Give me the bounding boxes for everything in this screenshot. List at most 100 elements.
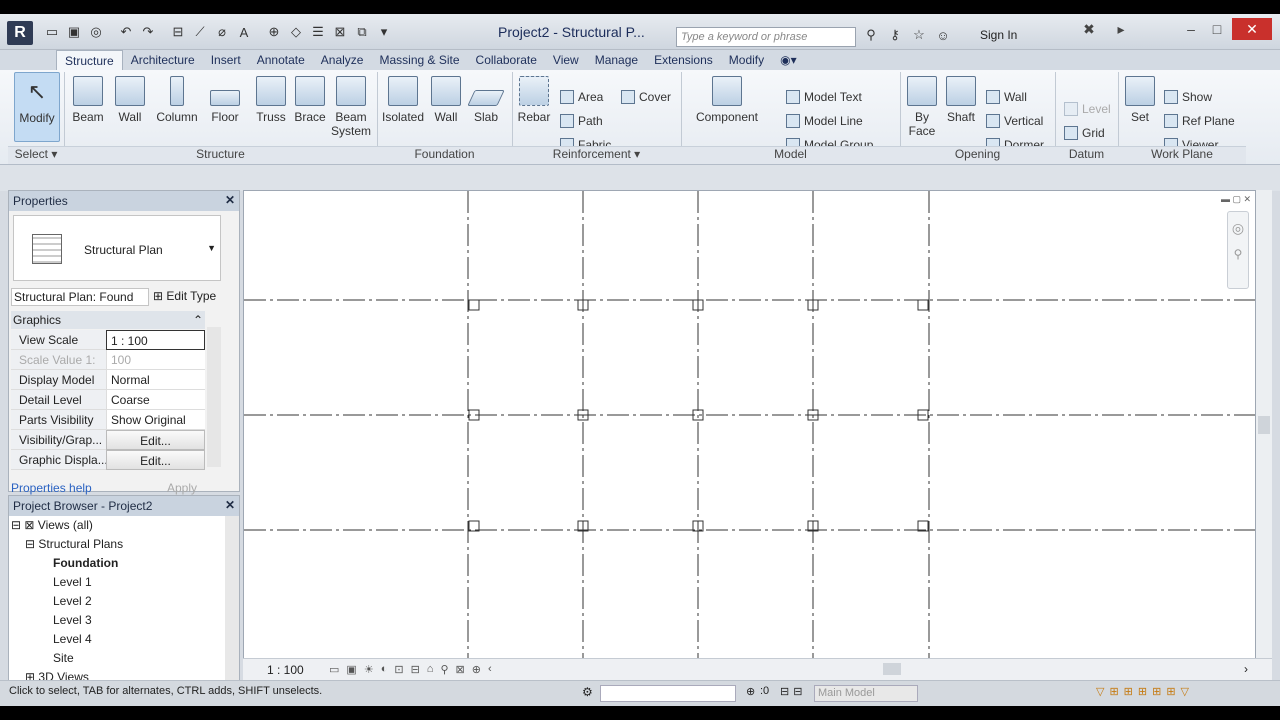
tree-item-level-3[interactable]: Level 3 bbox=[53, 613, 92, 627]
exchange-icon[interactable]: ✖ bbox=[1076, 18, 1102, 40]
detail-level-value[interactable]: Coarse bbox=[106, 390, 205, 410]
ref-plane-button[interactable]: Ref Plane bbox=[1164, 114, 1235, 128]
tree-item-level-4[interactable]: Level 4 bbox=[53, 632, 92, 646]
design-option-dropdown[interactable]: Main Model bbox=[814, 685, 918, 702]
tag-icon[interactable]: ⌀ bbox=[212, 22, 232, 42]
analytical-model-icon[interactable]: ⊕ bbox=[472, 663, 481, 676]
visibility-edit-button[interactable]: Edit... bbox=[106, 430, 205, 450]
path-reinforcement-button[interactable]: Path bbox=[560, 114, 603, 128]
browser-scrollbar[interactable] bbox=[225, 516, 239, 690]
sun-path-icon[interactable]: ☀ bbox=[364, 663, 374, 676]
tab-manage[interactable]: Manage bbox=[587, 50, 646, 70]
apply-button[interactable]: Apply bbox=[167, 481, 197, 495]
display-model-value[interactable]: Normal bbox=[106, 370, 205, 390]
workset-dropdown[interactable] bbox=[600, 685, 736, 702]
subscription-icon[interactable]: ⚷ bbox=[886, 26, 904, 44]
parts-visibility-value[interactable]: Show Original bbox=[106, 410, 205, 430]
tab-extensions[interactable]: Extensions bbox=[646, 50, 721, 70]
tab-analyze[interactable]: Analyze bbox=[313, 50, 372, 70]
show-crop-icon[interactable]: ⊟ bbox=[411, 663, 420, 676]
temp-hide-icon[interactable]: ⚲ bbox=[440, 663, 448, 676]
detail-level-icon[interactable]: ▭ bbox=[329, 663, 339, 676]
drawing-canvas[interactable]: ▬ ▢ ✕ ◎ ⚲ bbox=[243, 190, 1256, 665]
type-selector[interactable]: Structural Plan ▼ bbox=[13, 215, 221, 281]
area-reinforcement-button[interactable]: Area bbox=[560, 90, 603, 104]
close-button[interactable]: ✕ bbox=[1232, 18, 1272, 40]
3d-view-icon[interactable]: ⊕ bbox=[264, 22, 284, 42]
graphic-display-edit-button[interactable]: Edit... bbox=[106, 450, 205, 470]
close-hidden-icon[interactable]: ⊠ bbox=[330, 22, 350, 42]
tab-annotate[interactable]: Annotate bbox=[249, 50, 313, 70]
tree-item-foundation[interactable]: Foundation bbox=[53, 556, 118, 570]
sign-in-button[interactable]: Sign In bbox=[980, 28, 1017, 42]
group-reinforcement[interactable]: Reinforcement ▾ bbox=[512, 146, 681, 164]
binoculars-icon[interactable]: ⚲ bbox=[862, 26, 880, 44]
crop-view-icon[interactable]: ⊡ bbox=[394, 663, 403, 676]
view-scale-input[interactable]: 1 : 100 bbox=[106, 330, 205, 350]
help-icon[interactable]: ▸ bbox=[1108, 18, 1134, 40]
wall-button[interactable]: Wall bbox=[112, 76, 148, 124]
save-icon[interactable]: ▣ bbox=[64, 22, 84, 42]
horizontal-scroll-thumb[interactable] bbox=[883, 663, 901, 675]
undo-icon[interactable]: ↶ bbox=[116, 22, 136, 42]
component-button[interactable]: Component bbox=[692, 76, 762, 124]
shaft-button[interactable]: Shaft bbox=[944, 76, 978, 124]
customize-qat-icon[interactable]: ▾ bbox=[374, 22, 394, 42]
star-icon[interactable]: ☆ bbox=[910, 26, 928, 44]
visual-style-icon[interactable]: ▣ bbox=[346, 663, 356, 676]
brace-button[interactable]: Brace bbox=[292, 76, 328, 124]
truss-button[interactable]: Truss bbox=[252, 76, 290, 124]
search-input[interactable]: Type a keyword or phrase bbox=[676, 27, 856, 47]
open-icon[interactable]: ▭ bbox=[42, 22, 62, 42]
view-scale-button[interactable]: 1 : 100 bbox=[267, 663, 304, 677]
opening-by-face-button[interactable]: By Face bbox=[904, 76, 940, 138]
cover-button[interactable]: Cover bbox=[621, 90, 671, 104]
collapse-bar-icon[interactable]: ‹ bbox=[488, 663, 492, 676]
scroll-right-icon[interactable]: › bbox=[1244, 662, 1248, 676]
maximize-button[interactable]: □ bbox=[1204, 18, 1230, 40]
instance-filter-dropdown[interactable]: Structural Plan: Found bbox=[11, 288, 149, 306]
switch-windows-icon[interactable]: ⧉ bbox=[352, 22, 372, 42]
measure-icon[interactable]: ⊟ bbox=[168, 22, 188, 42]
vertical-scroll-thumb[interactable] bbox=[1258, 416, 1270, 434]
tab-structure[interactable]: Structure bbox=[56, 50, 123, 70]
tree-item-site[interactable]: Site bbox=[53, 651, 74, 665]
properties-help-link[interactable]: Properties help bbox=[11, 481, 92, 495]
design-options-icon[interactable]: ⊟⊟ bbox=[780, 685, 806, 698]
rebar-button[interactable]: Rebar bbox=[516, 76, 552, 124]
column-button[interactable]: Column bbox=[154, 76, 200, 124]
ribbon-minimize-icon[interactable]: ◉▾ bbox=[772, 50, 805, 70]
wall-foundation-button[interactable]: Wall bbox=[428, 76, 464, 124]
redo-icon[interactable]: ↷ bbox=[138, 22, 158, 42]
model-line-button[interactable]: Model Line bbox=[786, 114, 863, 128]
view-window-controls[interactable]: ▬ ▢ ✕ bbox=[1221, 194, 1251, 205]
unlock-3d-icon[interactable]: ⌂ bbox=[427, 663, 434, 676]
beam-button[interactable]: Beam bbox=[70, 76, 106, 124]
tab-architecture[interactable]: Architecture bbox=[123, 50, 203, 70]
sync-icon[interactable]: ◎ bbox=[86, 22, 106, 42]
application-menu-button[interactable]: R bbox=[7, 21, 33, 45]
tree-item-level-1[interactable]: Level 1 bbox=[53, 575, 92, 589]
shadows-icon[interactable]: ◐ bbox=[381, 663, 388, 676]
show-workplane-button[interactable]: Show bbox=[1164, 90, 1212, 104]
tree-item-level-2[interactable]: Level 2 bbox=[53, 594, 92, 608]
zoom-icon[interactable]: ⚲ bbox=[1228, 247, 1248, 261]
edit-type-button[interactable]: ⊞ Edit Type bbox=[153, 289, 216, 303]
level-button[interactable]: Level bbox=[1064, 102, 1111, 116]
vertical-opening-button[interactable]: Vertical bbox=[986, 114, 1043, 128]
close-icon[interactable]: ✕ bbox=[225, 193, 235, 207]
thin-lines-icon[interactable]: ☰ bbox=[308, 22, 328, 42]
reveal-hidden-icon[interactable]: ⊠ bbox=[456, 663, 465, 676]
set-workplane-button[interactable]: Set bbox=[1124, 76, 1156, 124]
graphics-section-header[interactable]: Graphics ⌃ bbox=[11, 311, 205, 329]
tab-view[interactable]: View bbox=[545, 50, 587, 70]
dimension-icon[interactable]: ⟋ bbox=[190, 22, 210, 42]
wall-opening-button[interactable]: Wall bbox=[986, 90, 1027, 104]
tab-modify[interactable]: Modify bbox=[721, 50, 772, 70]
floor-button[interactable]: Floor bbox=[206, 76, 244, 124]
minimize-button[interactable]: – bbox=[1178, 18, 1204, 40]
properties-scrollbar[interactable] bbox=[207, 327, 221, 467]
editable-only-icon[interactable]: ⊕ bbox=[746, 685, 755, 698]
model-text-button[interactable]: Model Text bbox=[786, 90, 862, 104]
tab-insert[interactable]: Insert bbox=[203, 50, 249, 70]
